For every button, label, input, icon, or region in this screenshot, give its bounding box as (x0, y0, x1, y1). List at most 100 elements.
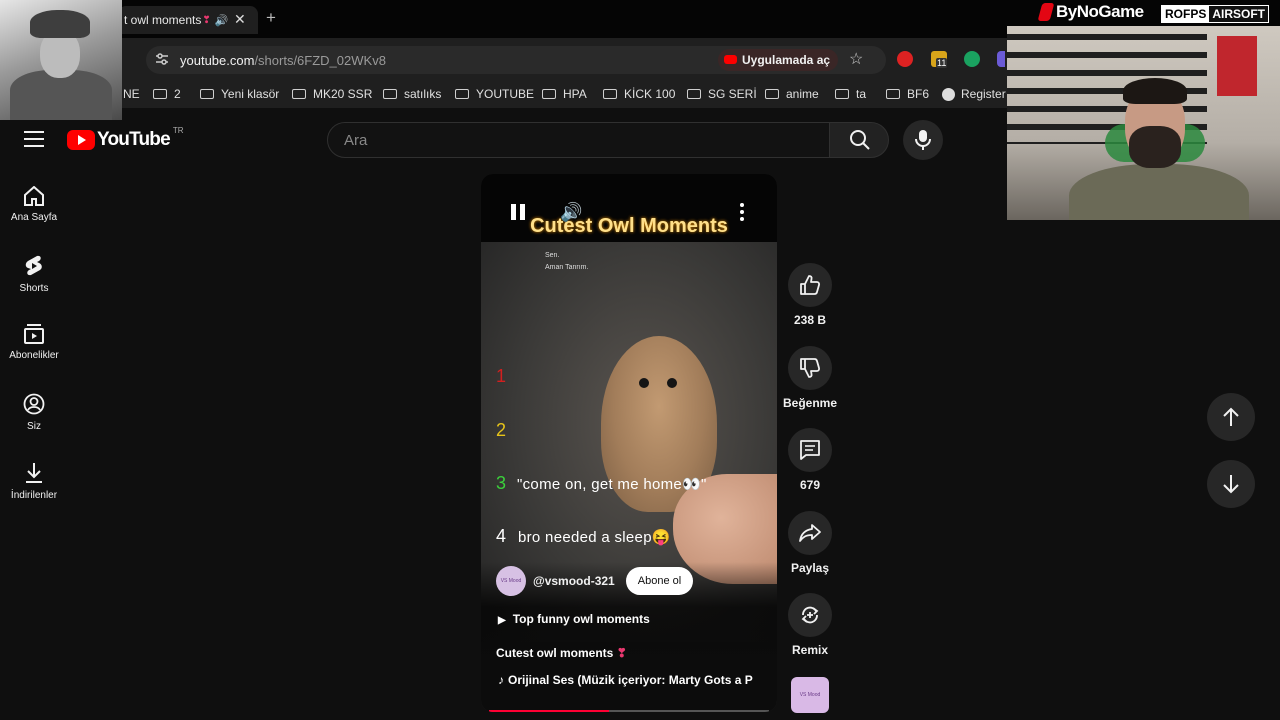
sidebar-item-label: Abonelikler (9, 350, 59, 361)
audio-link[interactable]: ♪ Orijinal Ses (Müzik içeriyor: Marty Got… (498, 673, 768, 687)
video-small-caption: Aman Tanrım. (545, 264, 589, 271)
url-path: /shorts/6FZD_02WKv8 (254, 52, 386, 68)
bookmark-item[interactable]: Register (942, 80, 1006, 108)
list-number: 3 (496, 473, 507, 493)
site-info-icon[interactable] (154, 51, 170, 67)
bookmark-folder[interactable]: KİCK 100 (603, 80, 675, 108)
share-label: Paylaş (790, 561, 830, 575)
grammarly-icon[interactable] (964, 51, 980, 67)
sidebar-item-subscriptions[interactable]: Abonelikler (0, 324, 68, 361)
tab-title: t owl moments (124, 13, 202, 27)
extension-red-icon[interactable] (897, 51, 913, 67)
sidebar-item-you[interactable]: Siz (0, 393, 68, 432)
playlist-title: Top funny owl moments (512, 612, 650, 626)
folder-icon (835, 89, 849, 99)
remix-label: Remix (791, 643, 829, 657)
short-title[interactable]: Cutest owl moments ❣ (496, 646, 627, 660)
sidebar-item-downloads[interactable]: İndirilenler (0, 462, 68, 501)
menu-icon[interactable] (24, 131, 44, 147)
short-video-player[interactable]: Cutest Owl Moments Sen. Aman Tanrım. 1 2… (481, 174, 777, 712)
sidebar-item-label: Siz (27, 421, 41, 432)
comments-button[interactable]: 679 (787, 428, 833, 492)
sidebar-item-home[interactable]: Ana Sayfa (0, 186, 68, 223)
bookmark-folder[interactable]: MK20 SSR (292, 80, 372, 108)
open-in-app-button[interactable]: Uygulamada aç (718, 49, 839, 71)
youtube-mini-icon (724, 55, 737, 64)
bookmark-folder[interactable]: ta (835, 80, 866, 108)
bookmark-folder[interactable]: YOUTUBE (455, 80, 534, 108)
bookmark-folder[interactable]: HPA (542, 80, 587, 108)
audio-title: Orijinal Ses (Müzik içeriyor: Marty Gots… (508, 673, 753, 687)
play-icon: ▶ (498, 615, 506, 626)
video-caption: "come on, get me home👀" (517, 476, 707, 493)
bookmark-star-icon[interactable]: ☆ (849, 49, 863, 69)
channel-handle[interactable]: @vsmood-321 (533, 574, 615, 588)
bookmark-folder[interactable]: 2 (153, 80, 181, 108)
folder-icon (455, 89, 469, 99)
list-number: 1 (496, 366, 507, 386)
bookmark-item[interactable]: NE (123, 80, 140, 108)
bookmark-folder[interactable]: anime (765, 80, 819, 108)
dislike-label: Beğenme (782, 396, 838, 410)
short-title-text: Cutest owl moments (496, 646, 614, 660)
extension-badge: 11 (936, 58, 948, 68)
sidebar-item-label: İndirilenler (10, 490, 58, 501)
folder-icon (886, 89, 900, 99)
remix-button[interactable]: Remix (787, 593, 833, 657)
share-button[interactable]: Paylaş (780, 511, 840, 575)
bookmark-folder[interactable]: Yeni klasör (200, 80, 279, 108)
new-tab-icon[interactable]: + (266, 8, 276, 28)
folder-icon (687, 89, 701, 99)
voice-search-button[interactable] (903, 120, 943, 160)
folder-icon (765, 89, 779, 99)
bookmark-folder[interactable]: SG SERİ (687, 80, 757, 108)
folder-icon (542, 89, 556, 99)
folder-icon (383, 89, 397, 99)
youtube-play-icon (67, 130, 95, 150)
portrait-overlay (0, 0, 122, 120)
progress-fill (489, 710, 610, 712)
bookmark-folder[interactable]: satılıks (383, 80, 441, 108)
extension-purple-icon[interactable] (997, 51, 1005, 67)
more-options-icon[interactable] (739, 203, 745, 221)
sponsor-part-a: ROFPS (1162, 6, 1210, 22)
extension-yellow-icon[interactable]: 11 (931, 51, 948, 68)
search-input[interactable] (327, 122, 830, 158)
heart-icon: ❣ (616, 646, 627, 660)
next-short-button[interactable] (1207, 460, 1255, 508)
brand-name: ByNoGame (1056, 2, 1144, 21)
url-host: youtube.com (180, 52, 255, 68)
folder-icon (200, 89, 214, 99)
sidebar-item-label: Shorts (19, 283, 49, 294)
arrow-down-icon (1223, 475, 1239, 494)
channel-avatar[interactable]: VS Mood (496, 566, 526, 596)
music-note-icon: ♪ (498, 673, 504, 687)
list-number: 2 (496, 420, 507, 440)
brand-logo: ByNoGame (1037, 2, 1144, 22)
sidebar-item-shorts[interactable]: Shorts (0, 255, 68, 294)
video-small-caption: Sen. (545, 252, 560, 259)
pause-button[interactable] (511, 204, 527, 220)
list-number: 4 (496, 526, 507, 546)
open-in-app-label: Uygulamada aç (742, 53, 831, 67)
subscribe-button[interactable]: Abone ol (626, 567, 693, 595)
previous-short-button[interactable] (1207, 393, 1255, 441)
tab-close-icon[interactable]: ✕ (234, 11, 246, 28)
volume-icon[interactable]: 🔊 (560, 202, 582, 223)
search-icon (850, 130, 870, 150)
dislike-button[interactable]: Beğenme (780, 346, 840, 410)
download-icon (26, 463, 42, 483)
tab-audio-icon[interactable]: 🔊 (215, 14, 229, 27)
bookmark-folder[interactable]: BF6 (886, 80, 929, 108)
playlist-link[interactable]: ▶ Top funny owl moments (498, 612, 650, 626)
progress-bar[interactable] (489, 710, 769, 712)
folder-icon (603, 89, 617, 99)
account-icon (23, 393, 45, 415)
sponsor-part-b: AIRSOFT (1209, 6, 1269, 22)
youtube-logo[interactable]: YouTube TR (67, 126, 184, 151)
search-button[interactable] (829, 122, 889, 158)
like-button[interactable]: 238 B (787, 263, 833, 327)
thumbs-down-icon (800, 358, 821, 378)
sponsor-logo: ROFPS AIRSOFT (1161, 5, 1270, 23)
sound-thumbnail[interactable]: VS Mood (791, 677, 829, 713)
